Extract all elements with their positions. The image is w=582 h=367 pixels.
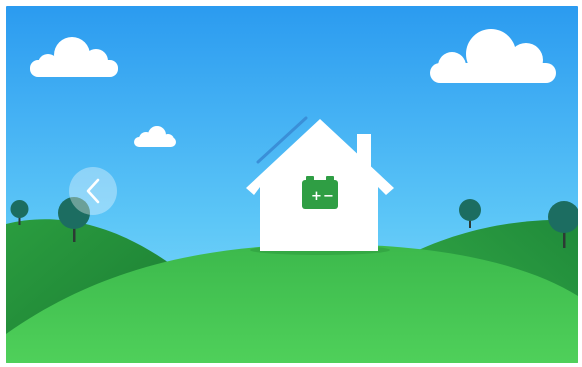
battery-minus-label: − bbox=[323, 189, 334, 204]
battery-scene-screen: + − bbox=[6, 6, 578, 363]
back-button[interactable] bbox=[69, 167, 117, 215]
battery-icon: + − bbox=[302, 176, 338, 209]
battery-plus-label: + bbox=[311, 189, 322, 204]
chevron-left-icon bbox=[86, 178, 100, 204]
